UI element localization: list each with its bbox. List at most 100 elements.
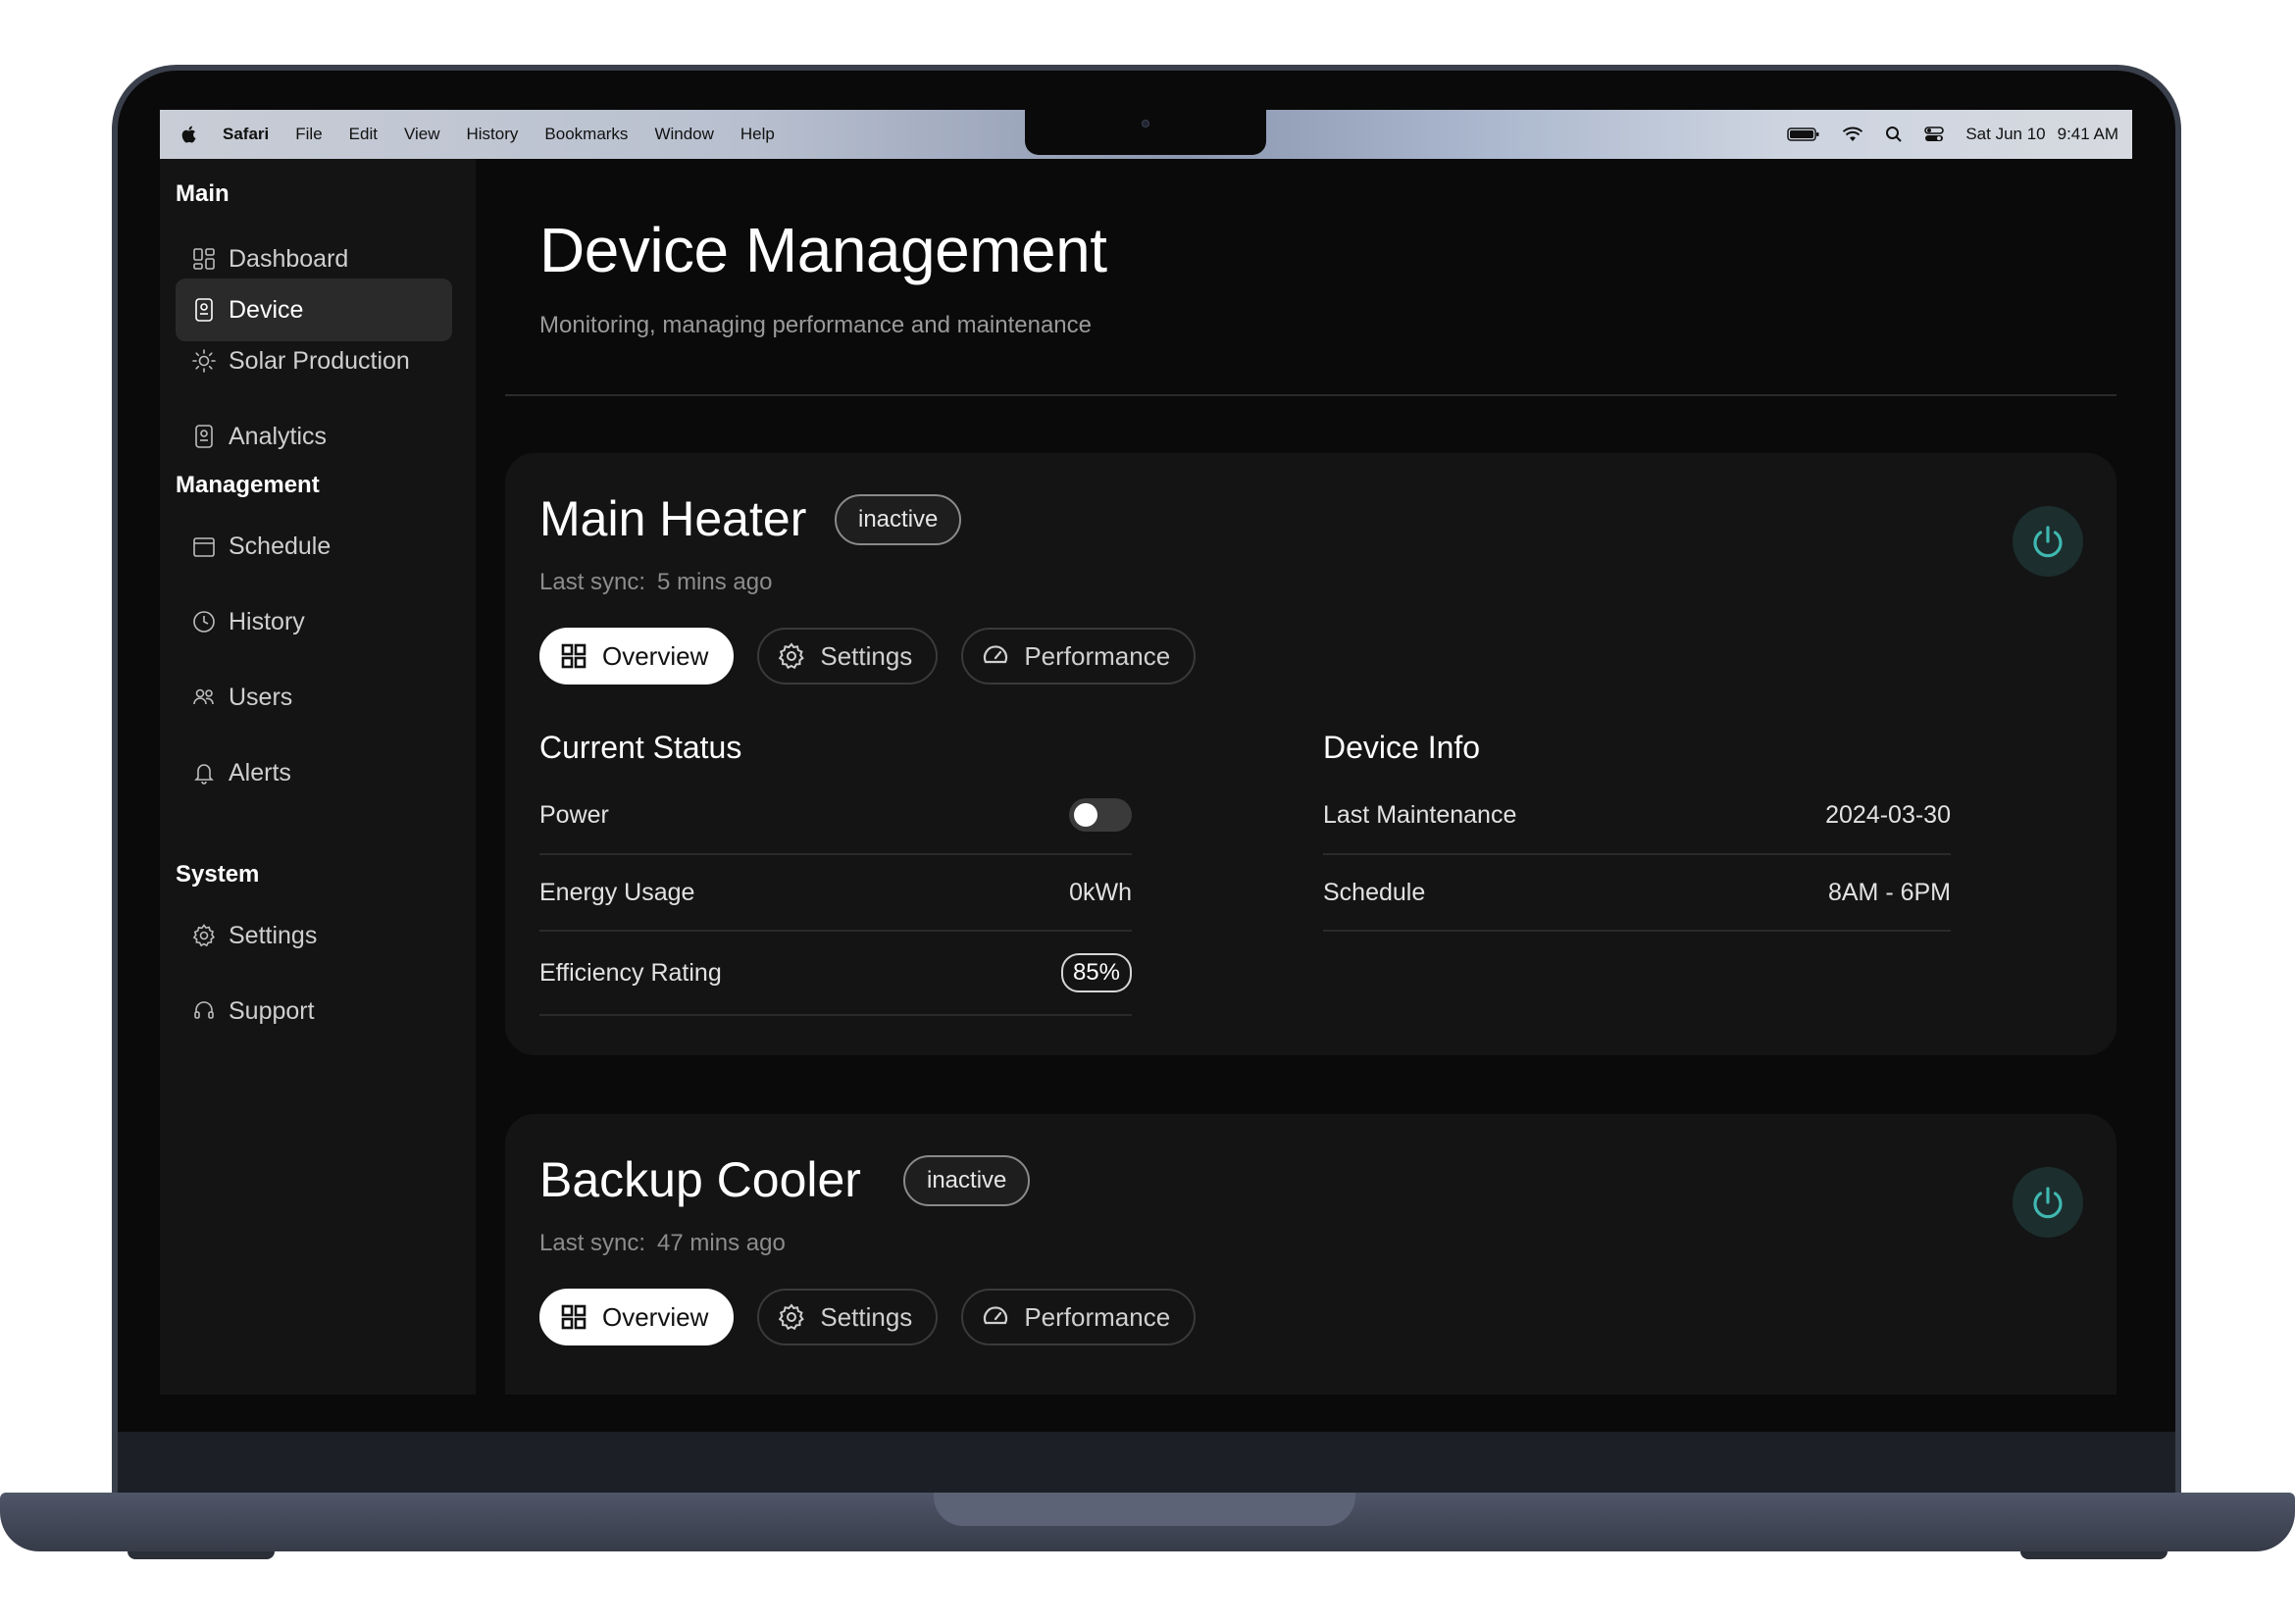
sidebar-item-label: Schedule [229, 532, 332, 560]
sidebar-item-label: Analytics [229, 422, 328, 450]
menu-date[interactable]: Sat Jun 10 [1965, 125, 2045, 144]
menu-edit[interactable]: Edit [349, 125, 378, 144]
device-tabs: Overview Settings Performance [539, 628, 1197, 685]
efficiency-row: Efficiency Rating 85% [539, 932, 1132, 1016]
tab-label: Overview [602, 640, 709, 671]
spotlight-search-icon[interactable] [1885, 126, 1903, 143]
wifi-icon[interactable] [1842, 127, 1863, 142]
menu-view[interactable]: View [404, 125, 440, 144]
menu-bookmarks[interactable]: Bookmarks [544, 125, 628, 144]
apple-logo-icon[interactable] [179, 124, 199, 145]
last-sync: Last sync: 47 mins ago [539, 1230, 786, 1257]
device-name: Main Heater [539, 491, 807, 546]
tab-settings[interactable]: Settings [757, 628, 939, 685]
sidebar-item-label: Support [229, 996, 315, 1025]
tab-settings[interactable]: Settings [757, 1289, 939, 1345]
screen: Safari File Edit View History Bookmarks … [160, 110, 2132, 1395]
menu-bar: Safari File Edit View History Bookmarks … [160, 110, 2132, 159]
power-icon [2033, 526, 2063, 558]
laptop-foot [2020, 1551, 2168, 1559]
sun-icon [192, 349, 216, 373]
sidebar-item-solar-production[interactable]: Solar Production [176, 330, 452, 392]
tab-performance[interactable]: Performance [961, 628, 1197, 685]
menu-file[interactable]: File [295, 125, 322, 144]
clock-icon [193, 611, 215, 633]
efficiency-label: Efficiency Rating [539, 958, 722, 987]
grid-icon [561, 1304, 586, 1330]
users-icon [193, 688, 214, 705]
schedule-label: Schedule [1323, 878, 1426, 906]
tab-label: Performance [1024, 640, 1171, 671]
power-label: Power [539, 800, 609, 829]
sidebar-item-label: Users [229, 683, 293, 711]
gauge-icon [984, 1306, 1008, 1325]
power-button[interactable] [2013, 506, 2083, 577]
tab-overview[interactable]: Overview [539, 628, 735, 685]
gear-icon [779, 1303, 805, 1331]
sidebar-item-label: History [229, 607, 305, 635]
device-icon [195, 298, 213, 322]
tab-label: Performance [1024, 1301, 1171, 1332]
device-card-main-heater: Main Heater inactive Last sync: 5 mins ag… [505, 453, 2116, 1055]
menu-time[interactable]: 9:41 AM [2058, 125, 2118, 144]
menu-app-name[interactable]: Safari [223, 125, 269, 144]
last-sync-value: 5 mins ago [657, 569, 773, 595]
status-badge: inactive [903, 1155, 1031, 1206]
menu-history[interactable]: History [467, 125, 519, 144]
device-card-backup-cooler: Backup Cooler inactive Last sync: 47 mins… [505, 1114, 2116, 1395]
sidebar-item-analytics[interactable]: Analytics [176, 405, 452, 468]
sidebar-item-history[interactable]: History [176, 590, 452, 653]
last-maintenance-value: 2024-03-30 [1825, 800, 1951, 829]
menu-help[interactable]: Help [740, 125, 775, 144]
gear-icon [779, 642, 805, 670]
laptop-chin [118, 1432, 2175, 1495]
gear-icon [192, 924, 216, 947]
sidebar: Main Dashboard Device Solar Production A… [160, 159, 476, 1395]
sidebar-section-management: Management [176, 472, 320, 498]
menu-window[interactable]: Window [654, 125, 713, 144]
page-subtitle: Monitoring, managing performance and mai… [539, 312, 1093, 338]
sidebar-item-label: Device [229, 295, 304, 324]
sidebar-item-users[interactable]: Users [176, 666, 452, 729]
sidebar-item-label: Solar Production [229, 346, 410, 375]
page-title: Device Management [539, 215, 1107, 285]
power-toggle[interactable] [1069, 798, 1132, 832]
sidebar-item-alerts[interactable]: Alerts [176, 741, 452, 804]
control-center-icon[interactable] [1924, 126, 1945, 143]
device-tabs: Overview Settings Performance [539, 1289, 1197, 1345]
tab-label: Overview [602, 1301, 709, 1332]
energy-usage-label: Energy Usage [539, 878, 695, 906]
headset-icon [194, 1001, 214, 1019]
gauge-icon [984, 645, 1008, 664]
sidebar-item-label: Alerts [229, 758, 291, 787]
sidebar-item-schedule[interactable]: Schedule [176, 515, 452, 578]
schedule-row: Schedule 8AM - 6PM [1323, 855, 1951, 932]
dashboard-icon [193, 248, 215, 270]
analytics-icon [195, 425, 213, 448]
header-divider [505, 394, 2116, 396]
last-sync: Last sync: 5 mins ago [539, 569, 772, 596]
device-name: Backup Cooler [539, 1152, 861, 1207]
last-maintenance-row: Last Maintenance 2024-03-30 [1323, 777, 1951, 855]
camera-notch [1025, 110, 1266, 155]
efficiency-value: 85% [1060, 953, 1132, 992]
energy-usage-row: Energy Usage 0kWh [539, 855, 1132, 932]
calendar-icon [193, 537, 215, 557]
tab-performance[interactable]: Performance [961, 1289, 1197, 1345]
laptop-foot [128, 1551, 275, 1559]
bell-icon [194, 764, 214, 785]
tab-label: Settings [820, 1301, 913, 1332]
power-icon [2033, 1187, 2063, 1219]
device-info-title: Device Info [1323, 730, 1481, 765]
last-maintenance-label: Last Maintenance [1323, 800, 1517, 829]
battery-icon[interactable] [1787, 127, 1820, 142]
schedule-value: 8AM - 6PM [1827, 878, 1951, 906]
sidebar-item-label: Dashboard [229, 244, 349, 273]
sidebar-item-support[interactable]: Support [176, 980, 452, 1042]
power-button[interactable] [2013, 1167, 2083, 1238]
sidebar-item-settings[interactable]: Settings [176, 904, 452, 967]
tab-label: Settings [820, 640, 913, 671]
tab-overview[interactable]: Overview [539, 1289, 735, 1345]
grid-icon [561, 643, 586, 669]
toggle-knob [1074, 803, 1097, 827]
